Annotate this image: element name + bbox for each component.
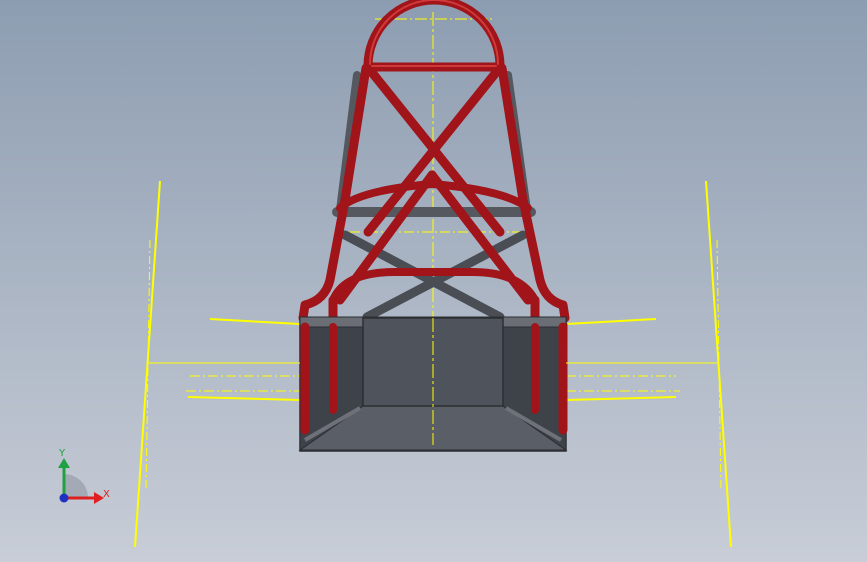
z-axis-dot-icon bbox=[59, 493, 69, 503]
chassis-model-view[interactable]: Y X bbox=[0, 0, 867, 562]
y-axis-label: Y bbox=[58, 448, 66, 459]
cad-graphics-viewport[interactable]: Y X bbox=[0, 0, 867, 562]
x-axis-label: X bbox=[103, 489, 110, 500]
